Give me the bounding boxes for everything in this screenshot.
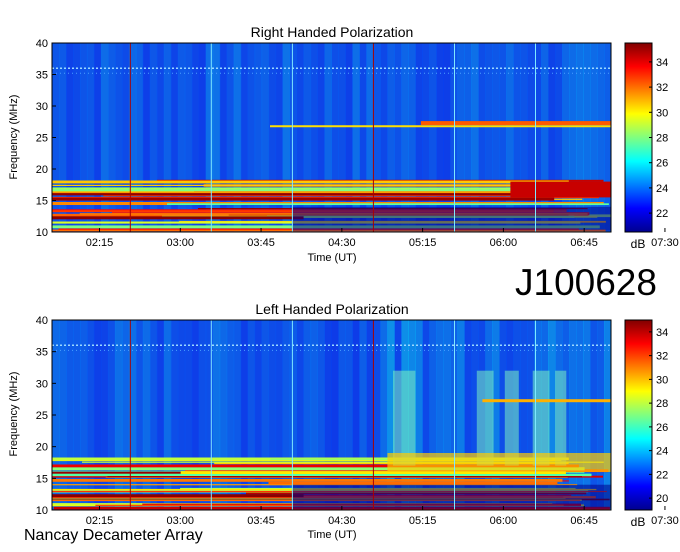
colorbar-unit: dB bbox=[631, 237, 646, 251]
noise-column bbox=[597, 320, 605, 510]
colorbar: 20 22 24 26 28 30 32 34 bbox=[624, 319, 668, 511]
noise-column bbox=[576, 320, 584, 510]
y-tick-label: 35 bbox=[36, 347, 48, 359]
noise-column bbox=[604, 320, 612, 510]
rfi-band bbox=[52, 184, 588, 186]
y-tick-label: 30 bbox=[36, 378, 48, 390]
x-tick-label: 03:00 bbox=[167, 237, 195, 249]
spectrogram-plot bbox=[51, 42, 612, 233]
colorbar-scale bbox=[624, 42, 653, 233]
colorbar-tick-label: 24 bbox=[656, 446, 668, 458]
colorbar-tick-label: 20 bbox=[656, 493, 668, 505]
y-tick-label: 15 bbox=[36, 196, 48, 208]
y-tick-label: 30 bbox=[36, 101, 48, 113]
noise-column bbox=[590, 320, 598, 510]
x-tick-label: 06:45 bbox=[570, 515, 598, 527]
y-tick-label: 35 bbox=[36, 70, 48, 82]
emission-region bbox=[387, 453, 611, 472]
noise-column bbox=[583, 320, 591, 510]
colorbar-tick-label: 34 bbox=[656, 327, 668, 339]
rfi-band bbox=[52, 494, 304, 498]
rfi-band bbox=[52, 197, 555, 201]
colorbar-tick-label: 30 bbox=[656, 107, 668, 119]
dark-region bbox=[292, 206, 611, 231]
x-tick-label: 07:30 bbox=[651, 237, 679, 249]
colorbar-tick-label: 22 bbox=[656, 208, 668, 220]
rfi-band bbox=[167, 203, 609, 205]
rfi-band bbox=[52, 479, 563, 482]
emission-burst bbox=[393, 370, 416, 466]
left-polarization-panel: Left Handed Polarization 10152025303540 … bbox=[8, 301, 679, 541]
chart-title: Left Handed Polarization bbox=[255, 301, 408, 317]
rfi-band bbox=[420, 121, 611, 126]
colorbar: 22 24 26 28 30 32 34 bbox=[624, 42, 668, 233]
y-tick-label: 25 bbox=[36, 410, 48, 422]
colorbar-unit: dB bbox=[631, 515, 646, 529]
x-axis-label: Time (UT) bbox=[307, 529, 356, 541]
observation-id: J100628 bbox=[515, 262, 657, 303]
x-tick-label: 06:45 bbox=[570, 237, 598, 249]
colorbar-tick-label: 32 bbox=[656, 82, 668, 94]
colorbar-tick-label: 30 bbox=[656, 374, 668, 386]
y-tick-label: 15 bbox=[36, 473, 48, 485]
emission-region bbox=[510, 181, 611, 198]
y-tick-label: 40 bbox=[36, 38, 48, 50]
colorbar-tick-label: 26 bbox=[656, 422, 668, 434]
rfi-band bbox=[52, 216, 304, 220]
rfi-band bbox=[52, 473, 592, 477]
emission-burst bbox=[504, 370, 519, 466]
y-tick-label: 10 bbox=[36, 505, 48, 517]
chart-title: Right Handed Polarization bbox=[251, 24, 414, 40]
colorbar-scale bbox=[624, 319, 653, 511]
y-axis-label: Frequency (MHz) bbox=[8, 95, 20, 180]
y-tick-label: 20 bbox=[36, 442, 48, 454]
right-polarization-panel: Right Handed Polarization 10 15 20 25 30 35 40… bbox=[8, 24, 679, 264]
x-tick-label: 05:15 bbox=[409, 515, 437, 527]
emission-burst bbox=[476, 370, 494, 466]
y-tick-label: 25 bbox=[36, 133, 48, 145]
colorbar-tick-label: 22 bbox=[656, 469, 668, 481]
x-tick-label: 03:45 bbox=[247, 237, 275, 249]
x-tick-label: 02:15 bbox=[86, 237, 114, 249]
x-tick-label: 04:30 bbox=[328, 237, 356, 249]
x-tick-label: 05:15 bbox=[409, 237, 437, 249]
x-tick-label: 06:00 bbox=[490, 237, 518, 249]
colorbar-tick-label: 34 bbox=[656, 57, 668, 69]
colorbar-tick-label: 26 bbox=[656, 158, 668, 170]
rfi-band bbox=[268, 481, 558, 485]
x-tick-label: 03:45 bbox=[247, 515, 275, 527]
noise-column bbox=[569, 320, 577, 510]
colorbar-tick-label: 28 bbox=[656, 398, 668, 410]
y-axis-label: Frequency (MHz) bbox=[8, 372, 20, 457]
x-tick-label: 06:00 bbox=[490, 515, 518, 527]
x-tick-label: 04:30 bbox=[328, 515, 356, 527]
y-tick-label: 40 bbox=[36, 315, 48, 327]
rfi-band bbox=[482, 399, 611, 403]
rfi-band bbox=[107, 476, 583, 478]
emission-burst bbox=[555, 370, 567, 466]
spectrogram-plot bbox=[51, 319, 612, 511]
rfi-band bbox=[52, 180, 569, 184]
x-axis-label: Time (UT) bbox=[307, 252, 356, 264]
rfi-band bbox=[52, 193, 590, 196]
y-tick-label: 10 bbox=[36, 227, 48, 239]
observatory-credit: Nancay Decameter Array bbox=[24, 527, 203, 544]
y-tick-label: 20 bbox=[36, 164, 48, 176]
x-tick-label: 02:15 bbox=[86, 515, 114, 527]
dark-region bbox=[292, 484, 611, 509]
x-tick-label: 03:00 bbox=[167, 515, 195, 527]
colorbar-tick-label: 24 bbox=[656, 183, 668, 195]
colorbar-tick-label: 32 bbox=[656, 351, 668, 363]
x-tick-label: 07:30 bbox=[651, 515, 679, 527]
colorbar-tick-label: 28 bbox=[656, 133, 668, 145]
